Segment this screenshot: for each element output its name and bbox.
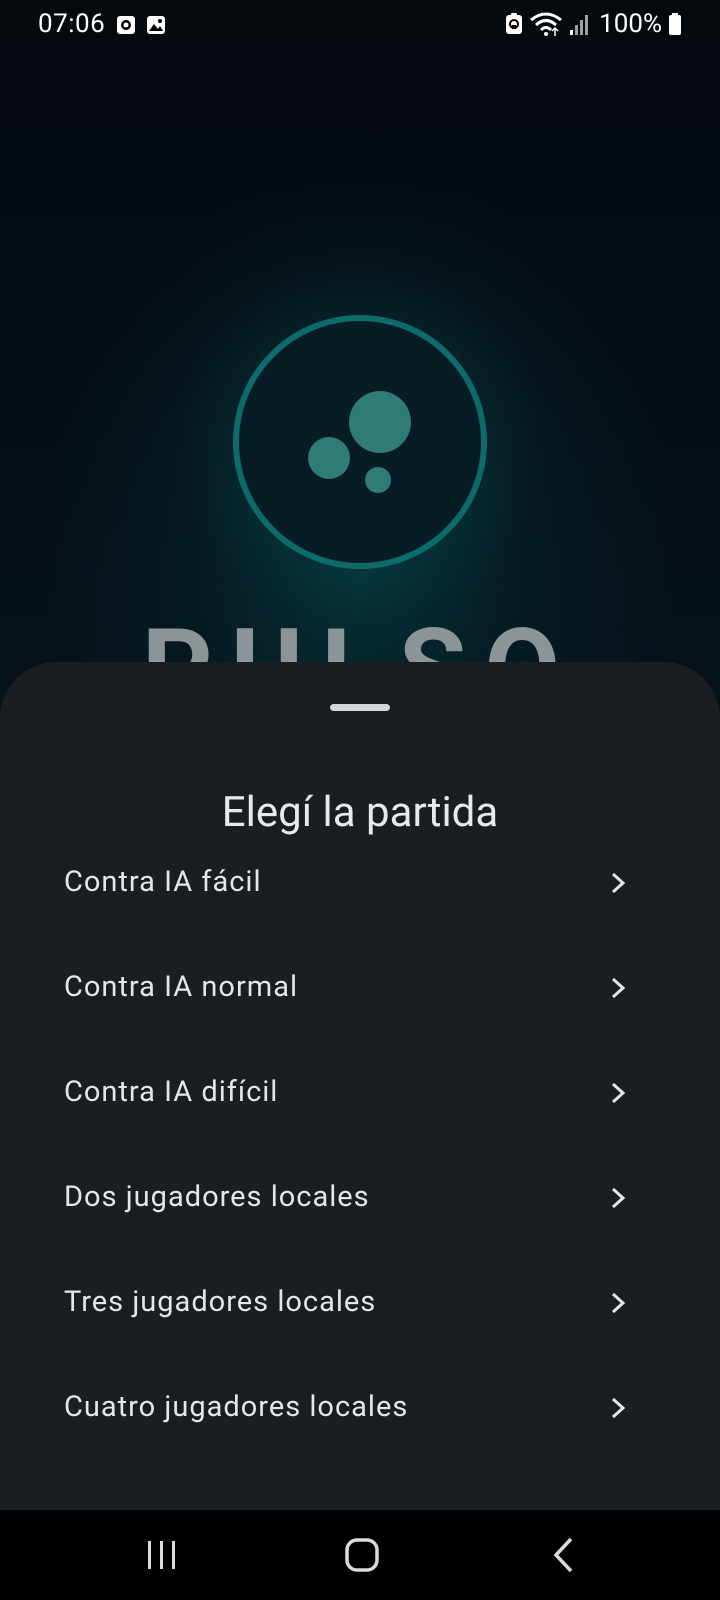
- status-right: 100%: [505, 9, 682, 39]
- signal-icon: [570, 15, 589, 35]
- option-two-players[interactable]: Dos jugadores locales: [0, 1145, 720, 1250]
- home-icon[interactable]: [332, 1532, 392, 1578]
- option-hard-ai[interactable]: Contra IA difícil: [0, 1040, 720, 1145]
- gallery-icon: [147, 16, 165, 34]
- app-screen: 07:06 100% Elegí la partida Contra IA fá…: [0, 0, 720, 1600]
- chevron-right-icon: [611, 872, 626, 894]
- chevron-right-icon: [611, 1397, 626, 1419]
- wifi-icon: [530, 12, 563, 36]
- option-label: Dos jugadores locales: [64, 1180, 370, 1214]
- option-label: Contra IA fácil: [64, 865, 262, 899]
- battery-percentage: 100%: [599, 9, 662, 39]
- battery-icon: [669, 13, 681, 35]
- chevron-right-icon: [611, 1187, 626, 1209]
- bubbles-logo-icon: [233, 315, 487, 569]
- option-label: Cuatro jugadores locales: [64, 1390, 409, 1424]
- drag-handle[interactable]: [330, 704, 390, 711]
- option-four-players[interactable]: Cuatro jugadores locales: [0, 1355, 720, 1460]
- back-icon[interactable]: [534, 1532, 594, 1578]
- option-three-players[interactable]: Tres jugadores locales: [0, 1250, 720, 1355]
- chevron-right-icon: [611, 977, 626, 999]
- game-mode-list: Contra IA fácil Contra IA normal Contra …: [0, 830, 720, 1460]
- screen-record-icon: [117, 16, 135, 34]
- recents-icon[interactable]: [132, 1532, 192, 1578]
- app-logo: [170, 252, 550, 632]
- status-time: 07:06: [38, 9, 106, 39]
- status-bar: 07:06 100%: [0, 0, 720, 50]
- option-easy-ai[interactable]: Contra IA fácil: [0, 830, 720, 935]
- option-label: Contra IA normal: [64, 970, 299, 1004]
- notification-icons: [116, 14, 166, 36]
- system-nav-bar: [0, 1510, 720, 1600]
- option-label: Contra IA difícil: [64, 1075, 279, 1109]
- chevron-right-icon: [611, 1082, 626, 1104]
- game-mode-sheet: Elegí la partida Contra IA fácil Contra …: [0, 662, 720, 1510]
- option-label: Tres jugadores locales: [64, 1285, 377, 1319]
- chevron-right-icon: [611, 1292, 626, 1314]
- sync-lock-icon: [506, 13, 523, 34]
- option-normal-ai[interactable]: Contra IA normal: [0, 935, 720, 1040]
